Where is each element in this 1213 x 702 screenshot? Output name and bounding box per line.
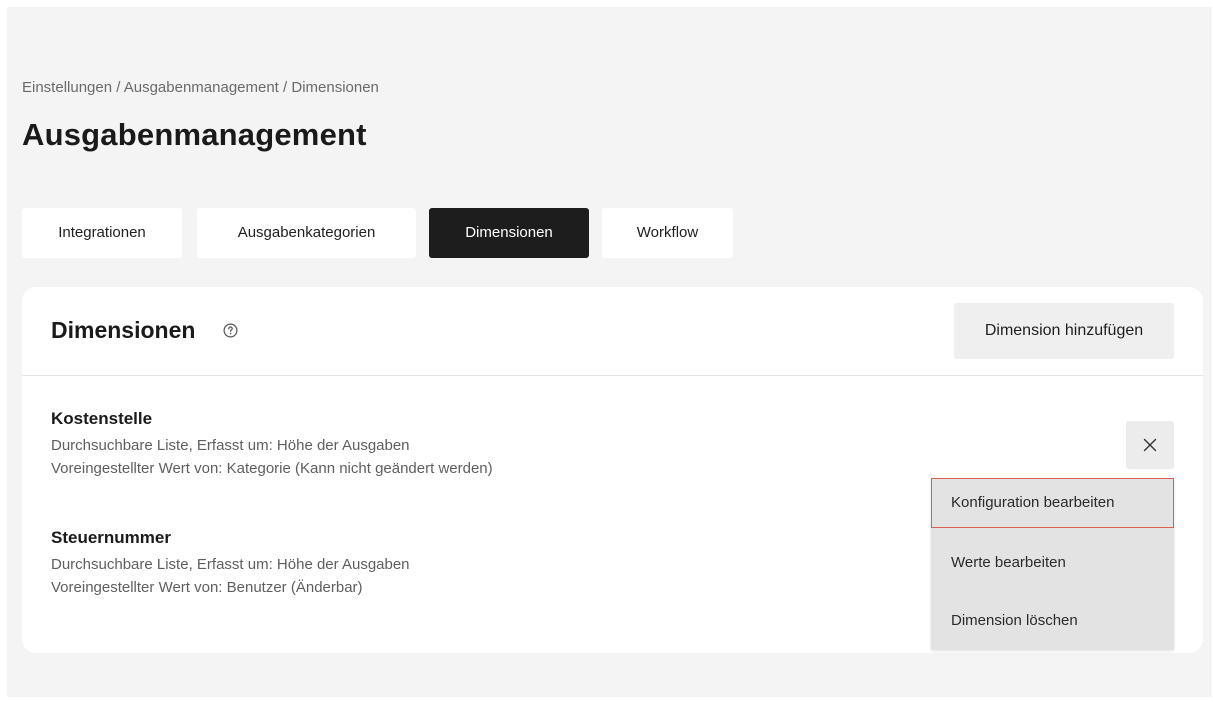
dimensions-card: Dimensionen Dimension hinzufügen Kostens… — [22, 287, 1203, 653]
dimension-name: Kostenstelle — [51, 409, 153, 428]
menu-item-edit-configuration[interactable]: Konfiguration bearbeiten — [931, 478, 1174, 528]
dimension-name: Steuernummer — [51, 528, 171, 547]
dimension-description: Durchsuchbare Liste, Erfasst um: Höhe de… — [51, 437, 410, 454]
dimension-description: Durchsuchbare Liste, Erfasst um: Höhe de… — [51, 556, 410, 573]
breadcrumb: Einstellungen / Ausgabenmanagement / Dim… — [22, 79, 379, 96]
card-title: Dimensionen — [51, 317, 196, 343]
close-menu-button[interactable] — [1126, 421, 1174, 469]
tab-integrationen[interactable]: Integrationen — [22, 208, 182, 258]
question-circle-icon[interactable] — [223, 323, 238, 338]
menu-item-edit-values[interactable]: Werte bearbeiten — [931, 538, 1174, 588]
settings-screen: Einstellungen / Ausgabenmanagement / Dim… — [7, 7, 1212, 697]
tab-dimensionen[interactable]: Dimensionen — [429, 208, 589, 258]
dimension-item: Steuernummer Durchsuchbare Liste, Erfass… — [51, 528, 811, 596]
add-dimension-button[interactable]: Dimension hinzufügen — [954, 303, 1174, 359]
dimension-item: Kostenstelle Durchsuchbare Liste, Erfass… — [51, 409, 811, 477]
tab-workflow[interactable]: Workflow — [602, 208, 733, 258]
tab-ausgabenkategorien[interactable]: Ausgabenkategorien — [197, 208, 416, 258]
menu-item-delete-dimension[interactable]: Dimension löschen — [931, 596, 1174, 646]
dimension-default-value: Voreingestellter Wert von: Benutzer (Änd… — [51, 579, 363, 596]
dimension-actions-menu: Konfiguration bearbeiten Werte bearbeite… — [931, 478, 1174, 650]
close-icon — [1143, 438, 1157, 452]
dimension-default-value: Voreingestellter Wert von: Kategorie (Ka… — [51, 460, 493, 477]
page-title: Ausgabenmanagement — [22, 117, 367, 152]
card-header: Dimensionen Dimension hinzufügen — [22, 287, 1203, 376]
